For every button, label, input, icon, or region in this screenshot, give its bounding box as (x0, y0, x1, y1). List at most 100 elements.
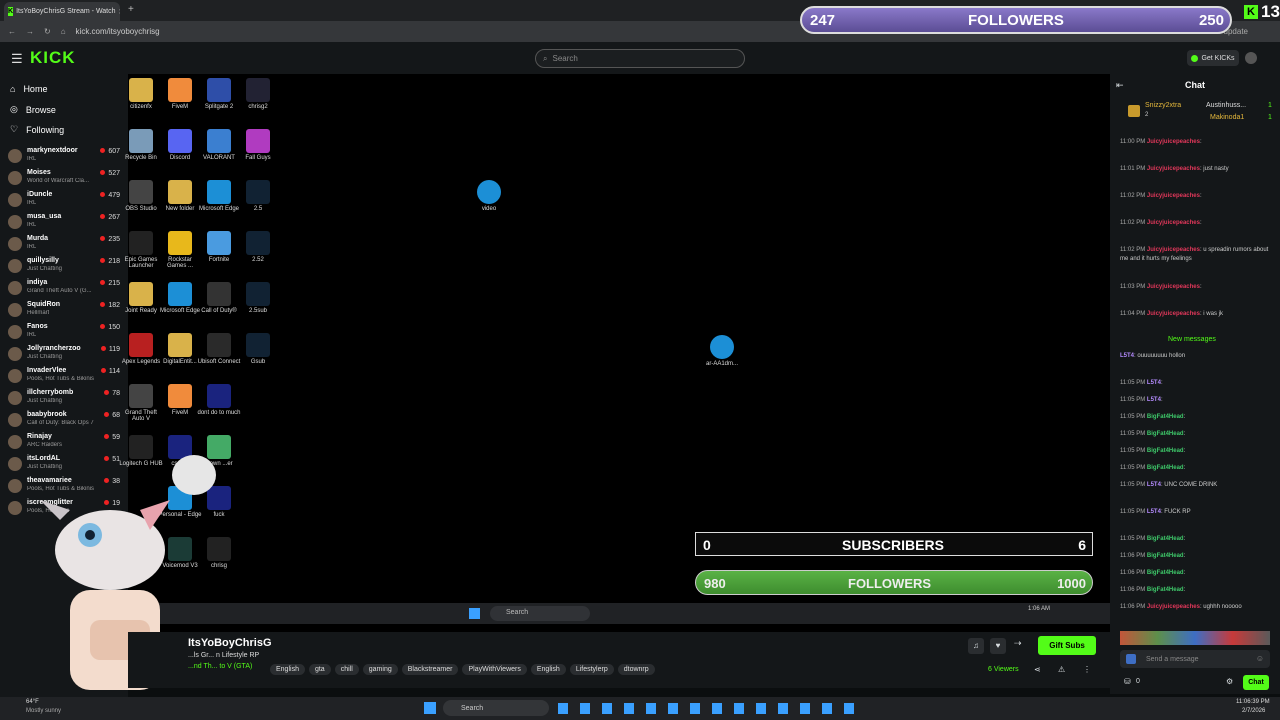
sidebar-channel[interactable]: Murda IRL 235 (8, 235, 124, 257)
stream-tag[interactable]: PlayWithViewers (462, 664, 527, 675)
chat-username[interactable]: Juicyjuicepeaches (1147, 220, 1200, 226)
chat-time: 11:05 PM (1120, 448, 1146, 454)
taskbar-app-icons[interactable] (558, 703, 858, 714)
chat-username[interactable]: L5T4 (1147, 482, 1161, 488)
url-field[interactable]: kick.com/itsyoboychrisg (76, 27, 160, 36)
chat-settings-icon[interactable]: ⚙ (1226, 677, 1233, 686)
new-messages-divider[interactable]: New messages (1168, 336, 1216, 343)
clock-time[interactable]: 11:06:39 PM (1236, 699, 1270, 705)
sidebar-channel[interactable]: itsLordAL Just Chatting 51 (8, 455, 124, 477)
chat-message: 11:06 PM Juicyjuicepeaches: ughhh nooooo (1120, 604, 1242, 610)
gift-icon[interactable]: ⇢ (1014, 638, 1022, 649)
stream-tag[interactable]: gaming (362, 664, 398, 675)
sidebar-channel[interactable]: markynextdoor IRL 607 (8, 147, 124, 169)
chat-username[interactable]: BigFat4Head (1147, 465, 1184, 471)
sidebar-channel[interactable]: Rinajay ARC Raiders 59 (8, 433, 124, 455)
sidebar-channel[interactable]: quillysilly Just Chatting 218 (8, 257, 124, 279)
chat-message: 11:02 PM Juicyjuicepeaches: (1120, 220, 1202, 226)
chat-username[interactable]: BigFat4Head (1147, 448, 1184, 454)
kick-logo[interactable]: KICK (30, 48, 76, 68)
windows-search[interactable]: Search (443, 700, 549, 716)
stream-tag[interactable]: dtownrp (617, 664, 655, 675)
emote-picker-icon[interactable]: ☺ (1256, 654, 1264, 663)
stream-tag[interactable]: gta (308, 664, 331, 675)
chat-username[interactable]: Juicyjuicepeaches (1147, 193, 1200, 199)
channel-category: IRL (27, 332, 37, 338)
chat-username[interactable]: L5T4 (1120, 353, 1134, 359)
sidebar-channel[interactable]: Fanos IRL 150 (8, 323, 124, 345)
collapse-chat-icon[interactable]: ⇤ (1116, 80, 1124, 91)
chat-username[interactable]: BigFat4Head (1147, 536, 1184, 542)
desktop-icon: Fortnite (197, 231, 241, 263)
chat-username[interactable]: Juicyjuicepeaches (1147, 604, 1200, 610)
chat-username[interactable]: L5T4 (1147, 509, 1161, 515)
chat-username[interactable]: L5T4 (1147, 380, 1161, 386)
sidebar-channel[interactable]: InvaderVlee Pools, Hot Tubs & Bikinis 11… (8, 367, 124, 389)
nav-following[interactable]: ♡ Following (10, 124, 64, 135)
nav-home[interactable]: ⌂ Home (10, 84, 47, 94)
desktop-icon: Joint Ready (119, 282, 163, 314)
sidebar-channel[interactable]: illcherrybomb Just Chatting 78 (8, 389, 124, 411)
desktop-icon-label: Rockstar Games ... (166, 257, 193, 269)
tab-close-icon[interactable]: ✕ (119, 8, 120, 16)
follow-heart-icon[interactable]: ♥ (990, 638, 1006, 654)
chat-username[interactable]: BigFat4Head (1147, 431, 1184, 437)
channel-category: IRL (27, 156, 37, 162)
bell-icon[interactable]: ♫ (968, 638, 984, 654)
search-input[interactable]: ⌕ Search (535, 49, 745, 68)
chat-username[interactable]: Juicyjuicepeaches (1147, 247, 1200, 253)
chat-username[interactable]: BigFat4Head (1147, 570, 1184, 576)
chat-message: 11:05 PM BigFat4Head: (1120, 536, 1186, 542)
menu-icon[interactable]: ☰ (11, 51, 23, 67)
reload-icon[interactable]: ↻ (44, 27, 51, 36)
chat-username[interactable]: Juicyjuicepeaches (1147, 311, 1200, 317)
sub-current: 0 (703, 537, 711, 553)
sidebar-channel[interactable]: indiya Grand Theft Auto V (G... 215 (8, 279, 124, 301)
home-browser-icon[interactable]: ⌂ (61, 27, 66, 36)
share-icon[interactable]: ⋖ (1034, 665, 1041, 674)
app-icon (207, 333, 231, 357)
chat-username[interactable]: BigFat4Head (1147, 587, 1184, 593)
app-icon (207, 129, 231, 153)
windows-start-icon[interactable] (424, 702, 436, 714)
back-icon[interactable]: ← (8, 27, 16, 36)
chat-username[interactable]: BigFat4Head (1147, 553, 1184, 559)
sidebar-channel[interactable]: Moises World of Warcraft Cla... 527 (8, 169, 124, 191)
channel-name[interactable]: ItsYoBoyChrisG (188, 637, 272, 649)
desktop-icon-label: 2.52 (252, 257, 264, 263)
sidebar-channel[interactable]: Jollyrancherzoo Just Chatting 119 (8, 345, 124, 367)
sidebar-channel[interactable]: baabybrook Call of Duty: Black Ops 7 68 (8, 411, 124, 433)
desktop-icon: FiveM (158, 384, 202, 416)
stream-category[interactable]: ...nd Th... to V (GTA) (188, 663, 252, 670)
stream-tag[interactable]: English (530, 664, 566, 675)
top-follower-current: 247 (810, 12, 836, 29)
nav-browse[interactable]: ◎ Browse (10, 104, 56, 115)
chat-send-button[interactable]: Chat (1243, 675, 1269, 690)
user-avatar-icon[interactable] (1245, 52, 1257, 64)
new-tab-icon[interactable]: + (128, 4, 134, 15)
app-icon (129, 282, 153, 306)
browser-tab[interactable]: K ItsYoBoyChrisG Stream - Watch ✕ (4, 2, 120, 21)
more-icon[interactable]: ⋮ (1083, 665, 1091, 674)
chat-message-input[interactable]: Send a message ☺ (1120, 650, 1270, 668)
chat-username[interactable]: Juicyjuicepeaches (1147, 284, 1200, 290)
stream-tag[interactable]: chill (334, 664, 359, 675)
desktop-icon-label: 2.5sub (248, 308, 267, 314)
report-icon[interactable]: ⚠ (1058, 665, 1065, 674)
weather-temp[interactable]: 64°F (26, 699, 39, 705)
stream-tag[interactable]: Blackstreamer (401, 664, 459, 675)
forward-icon[interactable]: → (26, 27, 34, 36)
chat-username[interactable]: Juicyjuicepeaches (1147, 139, 1200, 145)
points-icon[interactable]: ⛁ (1124, 677, 1131, 686)
channel-viewers: 527 (100, 170, 120, 177)
get-kicks-button[interactable]: Get KICKs (1187, 50, 1239, 66)
chat-username[interactable]: L5T4 (1147, 397, 1161, 403)
chat-username[interactable]: BigFat4Head (1147, 414, 1184, 420)
stream-tag[interactable]: English (270, 664, 305, 675)
sidebar-channel[interactable]: SquidRon Hellmart 182 (8, 301, 124, 323)
stream-tag[interactable]: Lifestylerp (569, 664, 614, 675)
chat-username[interactable]: Juicyjuicepeaches (1147, 166, 1200, 172)
sidebar-channel[interactable]: iDuncle IRL 479 (8, 191, 124, 213)
sidebar-channel[interactable]: musa_usa IRL 267 (8, 213, 124, 235)
gift-subs-button[interactable]: Gift Subs (1038, 636, 1096, 655)
